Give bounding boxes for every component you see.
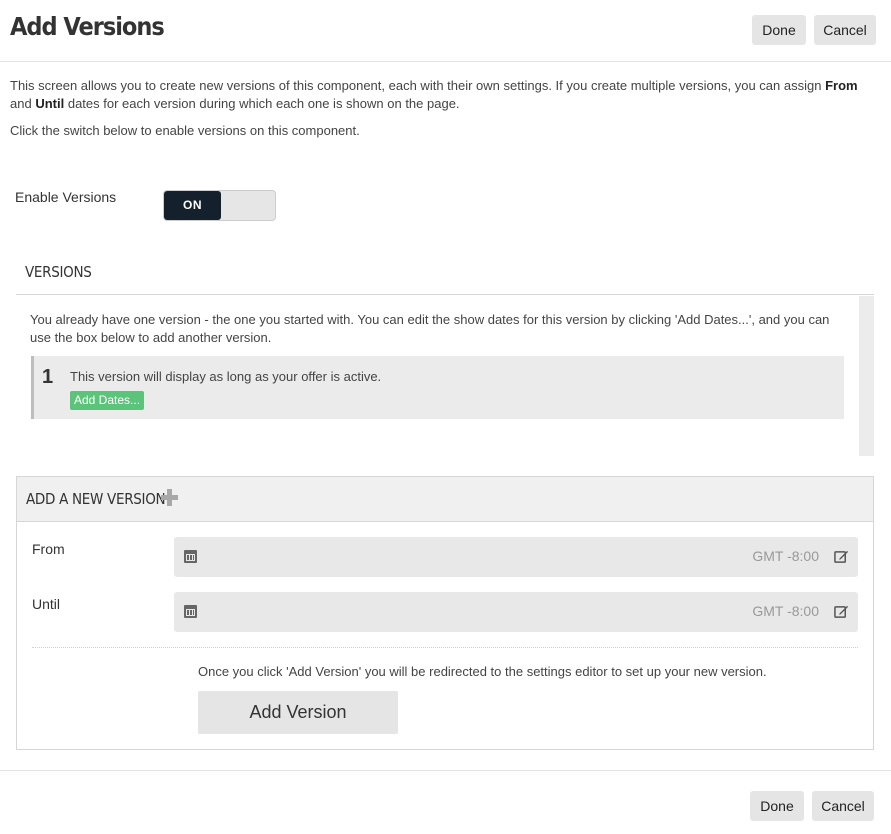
timezone-label: GMT -8:00	[752, 603, 819, 619]
intro-text: This screen allows you to create new ver…	[10, 77, 880, 113]
timezone-label: GMT -8:00	[752, 548, 819, 564]
divider	[32, 647, 858, 648]
enable-versions-label: Enable Versions	[15, 189, 117, 205]
toggle-on-state: ON	[164, 191, 221, 220]
version-item: 1 This version will display as long as y…	[31, 356, 844, 419]
done-button[interactable]: Done	[752, 15, 806, 45]
intro-instruction: Click the switch below to enable version…	[10, 123, 360, 138]
header-bar: Add Versions Done Cancel	[0, 0, 891, 62]
versions-description: You already have one version - the one y…	[30, 312, 830, 345]
cancel-button[interactable]: Cancel	[814, 15, 876, 45]
intro-from-bold: From	[825, 78, 858, 93]
versions-scrollbar[interactable]	[859, 296, 874, 456]
intro-text-part: This screen allows you to create new ver…	[10, 78, 822, 93]
footer-cancel-button[interactable]: Cancel	[812, 791, 874, 821]
footer-done-button[interactable]: Done	[750, 791, 804, 821]
until-date-field[interactable]: GMT -8:00	[174, 592, 858, 632]
calendar-icon	[184, 605, 197, 618]
enable-versions-toggle[interactable]: ON	[163, 190, 276, 221]
until-label: Until	[32, 596, 61, 612]
from-label: From	[32, 541, 65, 557]
plus-icon[interactable]	[161, 489, 178, 506]
add-new-version-panel: ADD A NEW VERSION From GMT -8:00 Until G…	[16, 476, 874, 750]
intro-text-part: and	[10, 96, 32, 111]
add-new-version-header[interactable]: ADD A NEW VERSION	[17, 477, 873, 522]
add-dates-button[interactable]: Add Dates...	[70, 391, 145, 410]
calendar-icon	[184, 550, 197, 563]
edit-icon[interactable]	[834, 604, 849, 619]
edit-icon[interactable]	[834, 549, 849, 564]
redirect-note: Once you click 'Add Version' you will be…	[198, 664, 767, 679]
from-date-field[interactable]: GMT -8:00	[174, 537, 858, 577]
footer-bar: Done Cancel	[0, 770, 891, 834]
add-new-version-title: ADD A NEW VERSION	[26, 490, 166, 508]
version-description: This version will display as long as you…	[70, 369, 382, 384]
page-title: Add Versions	[10, 12, 165, 41]
version-number: 1	[42, 366, 54, 388]
intro-until-bold: Until	[35, 96, 65, 111]
versions-section-header: VERSIONS	[16, 252, 874, 295]
add-version-button[interactable]: Add Version	[198, 691, 398, 734]
versions-title: VERSIONS	[25, 263, 92, 281]
intro-text-part: dates for each version during which each…	[67, 96, 460, 111]
